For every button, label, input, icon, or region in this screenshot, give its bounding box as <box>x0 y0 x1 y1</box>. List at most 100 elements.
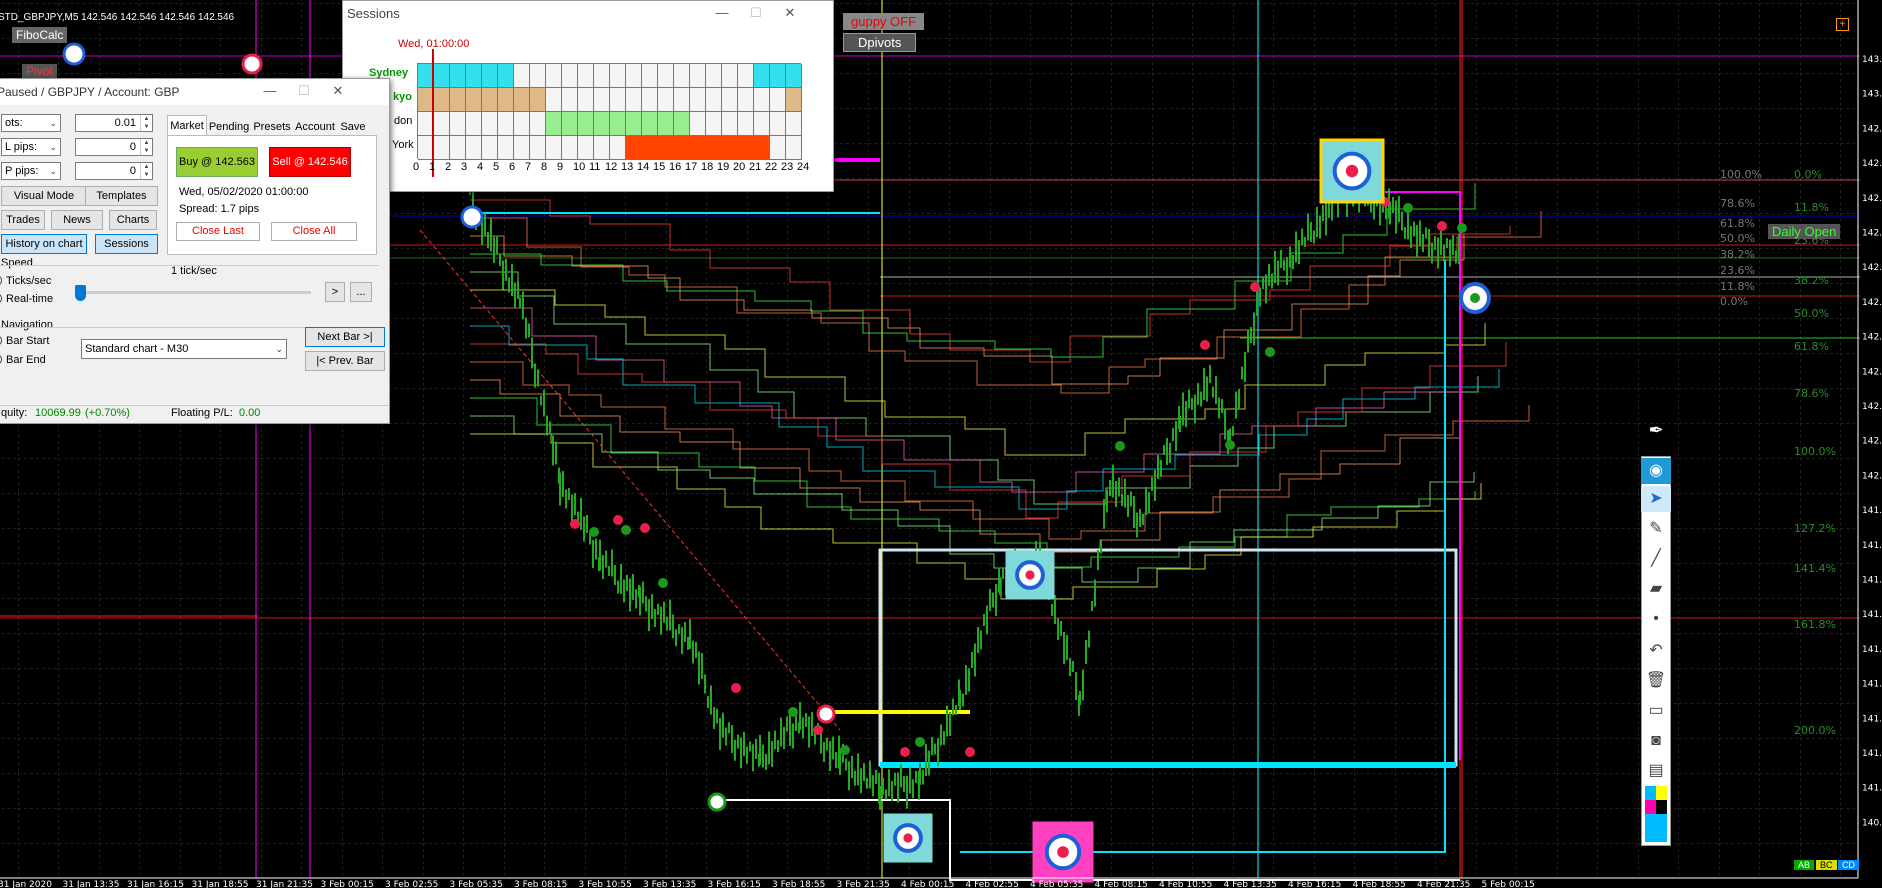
spread-label: Spread: 1.7 pips <box>179 203 260 215</box>
prev-bar-button[interactable]: |< Prev. Bar <box>305 351 385 371</box>
fib-level-left: 78.6% <box>1720 197 1755 210</box>
trades-button[interactable]: Trades <box>1 210 45 230</box>
session-cell <box>738 64 754 88</box>
session-cell <box>706 88 722 112</box>
pencil-icon[interactable]: ✎ <box>1641 516 1671 542</box>
fib-level-left: 38.2% <box>1720 248 1755 261</box>
price-tick-label: 141. <box>1862 749 1882 759</box>
close-icon[interactable]: ✕ <box>775 1 805 27</box>
fibocalc-button[interactable]: FiboCalc <box>12 27 68 43</box>
templates-button[interactable]: Templates <box>85 186 158 206</box>
more-button[interactable]: ... <box>350 282 372 302</box>
sl-select[interactable]: L pips: ⌄ <box>1 138 61 156</box>
tag-cd[interactable]: CD <box>1838 860 1859 870</box>
session-hour-label: 5 <box>493 161 500 173</box>
sessions-button[interactable]: Sessions <box>95 234 158 254</box>
simulator-titlebar[interactable]: Paused / GBPJPY / Account: GBP — ☐ ✕ <box>0 79 389 105</box>
real-time-radio[interactable] <box>0 293 2 304</box>
bar-end-radio[interactable] <box>0 354 2 365</box>
session-cell <box>658 88 674 112</box>
swing-dot <box>589 527 599 537</box>
tab-presets[interactable]: Presets <box>251 117 293 137</box>
close-icon[interactable]: ✕ <box>323 79 353 105</box>
price-tick-label: 141. <box>1862 784 1882 794</box>
tag-bc[interactable]: BC <box>1816 860 1837 870</box>
visual-mode-button[interactable]: Visual Mode <box>1 186 87 206</box>
time-tick-label: 3 Feb 18:55 <box>772 880 825 888</box>
ticks-sec-radio[interactable] <box>0 275 2 286</box>
play-button[interactable]: > <box>325 282 345 302</box>
fib-level-right: 141.4% <box>1794 562 1836 575</box>
simulator-window: Paused / GBPJPY / Account: GBP — ☐ ✕ ots… <box>0 78 390 424</box>
session-cell <box>530 112 546 136</box>
session-cell <box>786 136 802 160</box>
maximize-icon[interactable]: ☐ <box>289 79 319 105</box>
session-label-tokyo: kyo <box>393 91 412 103</box>
sessions-window: Sessions — ☐ ✕ Wed, 01:00:00 Sydney kyo … <box>342 0 834 192</box>
session-cell <box>578 88 594 112</box>
chart-expand-icon[interactable]: + <box>1836 18 1849 31</box>
session-cell <box>642 64 658 88</box>
session-hour-label: 3 <box>461 161 468 173</box>
swing-dot <box>570 519 580 529</box>
session-cell <box>498 112 514 136</box>
sessions-grid[interactable] <box>417 63 802 160</box>
close-last-button[interactable]: Close Last <box>176 222 260 241</box>
tab-save[interactable]: Save <box>337 117 369 137</box>
session-cell <box>690 112 706 136</box>
speed-slider-track[interactable] <box>79 291 311 294</box>
charts-button[interactable]: Charts <box>109 210 157 230</box>
speed-slider-thumb[interactable] <box>75 285 86 301</box>
guppy-button[interactable]: guppy OFF <box>843 13 925 30</box>
close-all-button[interactable]: Close All <box>271 222 357 241</box>
dpivots-button[interactable]: Dpivots <box>843 33 917 52</box>
time-tick-label: 5 Feb 00:15 <box>1482 880 1535 888</box>
session-hour-label: 2 <box>445 161 452 173</box>
next-bar-button[interactable]: Next Bar >| <box>305 327 385 347</box>
minimize-icon[interactable]: — <box>255 79 285 105</box>
eraser-icon[interactable]: ▰ <box>1641 576 1671 602</box>
price-tick-label: 142. <box>1862 229 1882 239</box>
floating-pl-label: Floating P/L: <box>171 407 233 419</box>
dot-icon[interactable]: • <box>1641 606 1671 632</box>
pen-icon[interactable]: ✒ <box>1645 420 1667 444</box>
sl-input[interactable]: 0 ▲ ▼ <box>75 138 153 156</box>
sell-button[interactable]: Sell @ 142.546 <box>269 147 351 177</box>
lots-select[interactable]: ots: ⌄ <box>1 114 61 132</box>
clipboard-icon[interactable]: ▤ <box>1641 758 1671 784</box>
session-cell <box>658 64 674 88</box>
line-icon[interactable]: ╱ <box>1641 546 1671 572</box>
session-cell <box>482 64 498 88</box>
maximize-icon[interactable]: ☐ <box>741 1 771 27</box>
session-cell <box>754 64 770 88</box>
tab-pending[interactable]: Pending <box>207 117 251 137</box>
buy-button[interactable]: Buy @ 142.563 <box>176 147 258 177</box>
pivot-button[interactable]: Pivot <box>22 64 57 78</box>
sessions-titlebar[interactable]: Sessions — ☐ ✕ <box>343 1 833 27</box>
lots-input[interactable]: 0.01 ▲ ▼ <box>75 114 153 132</box>
minimize-icon[interactable]: — <box>707 1 737 27</box>
bar-start-radio[interactable] <box>0 335 2 346</box>
trash-icon[interactable]: 🗑 <box>1641 668 1671 694</box>
tab-market[interactable]: Market <box>167 115 207 135</box>
eye-icon[interactable]: ◉ <box>1641 458 1671 484</box>
fib-level-left: 61.8% <box>1720 217 1755 230</box>
monitor-icon[interactable]: ▭ <box>1641 698 1671 724</box>
camera-icon[interactable]: ◙ <box>1641 728 1671 754</box>
color-palette[interactable] <box>1645 786 1667 842</box>
session-cell <box>530 88 546 112</box>
tag-ab[interactable]: AB <box>1794 860 1815 870</box>
history-on-chart-button[interactable]: History on chart <box>1 234 87 254</box>
news-button[interactable]: News <box>51 210 103 230</box>
session-hour-label: 0 <box>413 161 420 173</box>
tab-account[interactable]: Account <box>293 117 337 137</box>
swing-dot <box>900 747 910 757</box>
session-cell <box>722 64 738 88</box>
chart-type-select[interactable]: Standard chart - M30 ⌄ <box>81 339 287 359</box>
session-cell <box>722 88 738 112</box>
tp-select[interactable]: P pips: ⌄ <box>1 162 61 180</box>
session-cell <box>722 136 738 160</box>
tp-input[interactable]: 0 ▲ ▼ <box>75 162 153 180</box>
cursor-icon[interactable]: ➤ <box>1641 486 1671 512</box>
undo-icon[interactable]: ↶ <box>1641 638 1671 664</box>
